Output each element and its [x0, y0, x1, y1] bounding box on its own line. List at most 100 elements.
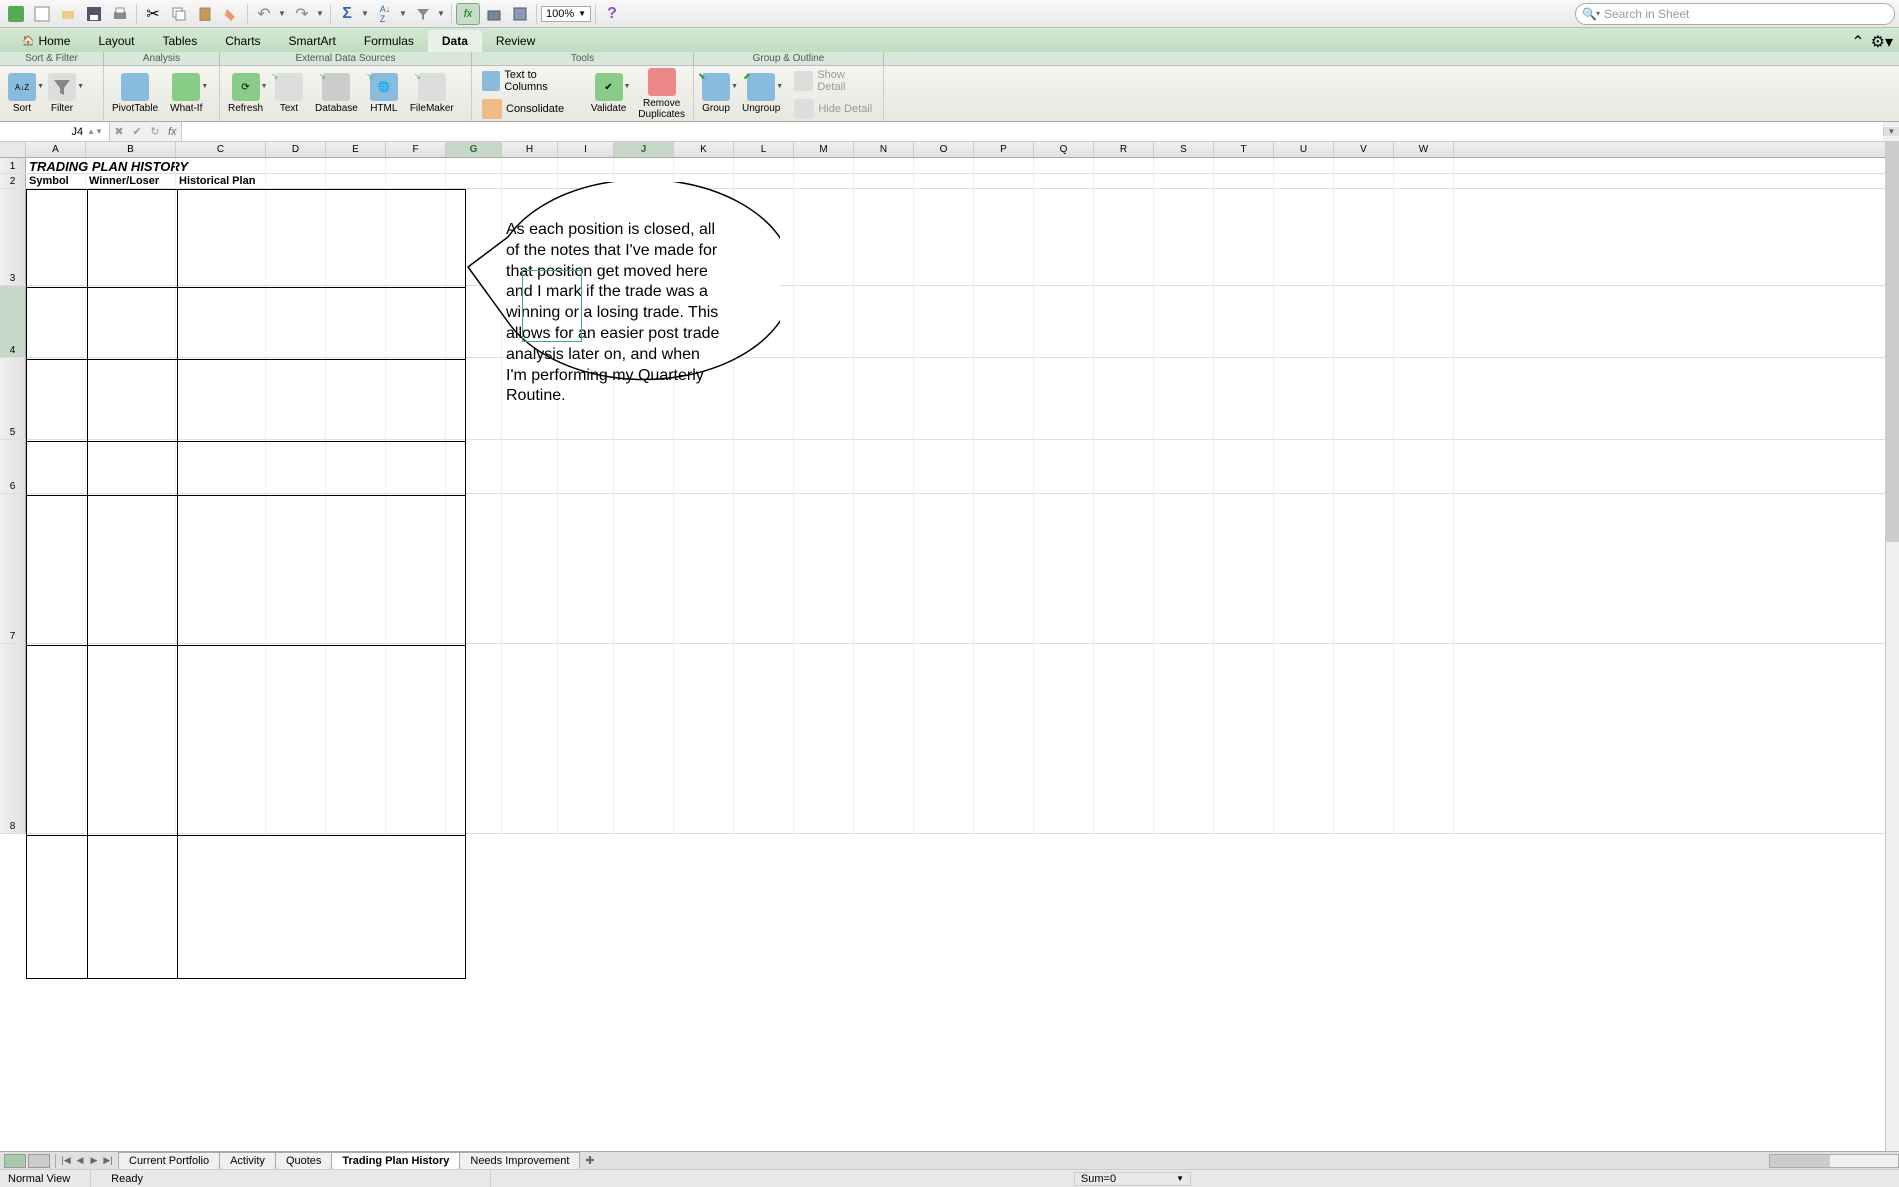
cell-L8[interactable] [734, 644, 794, 834]
sheet-tab-current-portfolio[interactable]: Current Portfolio [118, 1152, 220, 1169]
cell-E2[interactable] [326, 174, 386, 189]
col-header-A[interactable]: A [26, 142, 86, 157]
normal-view-button[interactable] [4, 1154, 26, 1168]
col-header-N[interactable]: N [854, 142, 914, 157]
search-dropdown-icon[interactable]: ▾ [1596, 9, 1600, 18]
cell-O6[interactable] [914, 440, 974, 494]
open-icon[interactable] [56, 3, 80, 25]
cell-E6[interactable] [326, 440, 386, 494]
cell-F6[interactable] [386, 440, 446, 494]
cell-J7[interactable] [614, 494, 674, 644]
cell-G8[interactable] [446, 644, 502, 834]
remove-duplicates-button[interactable]: RemoveDuplicates [636, 66, 687, 122]
filter-dropdown[interactable]: ▼ [437, 9, 447, 18]
col-header-D[interactable]: D [266, 142, 326, 157]
cell-K1[interactable] [674, 158, 734, 174]
sort-button[interactable]: A↓Z▼Sort [6, 71, 38, 116]
cell-A6[interactable] [26, 440, 86, 494]
cell-I8[interactable] [558, 644, 614, 834]
cell-L7[interactable] [734, 494, 794, 644]
cell-S6[interactable] [1154, 440, 1214, 494]
cell-U5[interactable] [1274, 358, 1334, 440]
cell-I2[interactable] [558, 174, 614, 189]
cell-G4[interactable] [446, 286, 502, 358]
sum-indicator[interactable]: Sum=0▼ [1074, 1172, 1191, 1186]
first-sheet-button[interactable]: |◀ [60, 1155, 72, 1166]
cell-W6[interactable] [1394, 440, 1454, 494]
cell-V3[interactable] [1334, 189, 1394, 286]
cell-U1[interactable] [1274, 158, 1334, 174]
cell-L4[interactable] [734, 286, 794, 358]
cell-G2[interactable] [446, 174, 502, 189]
cell-G1[interactable] [446, 158, 502, 174]
tab-layout[interactable]: Layout [84, 30, 148, 52]
cell-N5[interactable] [854, 358, 914, 440]
cell-B7[interactable] [86, 494, 176, 644]
vertical-scrollbar[interactable] [1885, 142, 1899, 1151]
sort-az-icon[interactable]: A↓Z [373, 3, 397, 25]
cell-K8[interactable] [674, 644, 734, 834]
cell-K7[interactable] [674, 494, 734, 644]
cell-D7[interactable] [266, 494, 326, 644]
cell-E5[interactable] [326, 358, 386, 440]
cell-I6[interactable] [558, 440, 614, 494]
hide-detail-button[interactable]: Hide Detail [790, 97, 877, 121]
fx-toolbar-icon[interactable]: fx [456, 3, 480, 25]
cell-M7[interactable] [794, 494, 854, 644]
cell-M6[interactable] [794, 440, 854, 494]
cell-C1[interactable] [176, 158, 266, 174]
cell-C4[interactable] [176, 286, 266, 358]
add-sheet-button[interactable]: ✚ [579, 1152, 600, 1169]
cell-H6[interactable] [502, 440, 558, 494]
cell-Q3[interactable] [1034, 189, 1094, 286]
autosum-dropdown[interactable]: ▼ [361, 9, 371, 18]
col-header-F[interactable]: F [386, 142, 446, 157]
col-header-B[interactable]: B [86, 142, 176, 157]
row-header-7[interactable]: 7 [0, 494, 26, 643]
cell-O8[interactable] [914, 644, 974, 834]
cell-T1[interactable] [1214, 158, 1274, 174]
save-icon[interactable] [82, 3, 106, 25]
cell-N2[interactable] [854, 174, 914, 189]
cell-P3[interactable] [974, 189, 1034, 286]
cell-L5[interactable] [734, 358, 794, 440]
cell-V5[interactable] [1334, 358, 1394, 440]
cell-A3[interactable] [26, 189, 86, 286]
cell-P1[interactable] [974, 158, 1034, 174]
cell-I7[interactable] [558, 494, 614, 644]
cell-W3[interactable] [1394, 189, 1454, 286]
last-sheet-button[interactable]: ▶| [102, 1155, 114, 1166]
cell-A5[interactable] [26, 358, 86, 440]
text-source-button[interactable]: ↘Text [273, 71, 305, 116]
filter-button[interactable]: ▼Filter [46, 71, 78, 116]
cell-L2[interactable] [734, 174, 794, 189]
cell-I1[interactable] [558, 158, 614, 174]
group-button[interactable]: ⬊▼Group [700, 71, 732, 116]
cell-R1[interactable] [1094, 158, 1154, 174]
cell-N1[interactable] [854, 158, 914, 174]
row-header-6[interactable]: 6 [0, 440, 26, 493]
format-painter-icon[interactable] [219, 3, 243, 25]
cell-R2[interactable] [1094, 174, 1154, 189]
col-header-S[interactable]: S [1154, 142, 1214, 157]
cell-G6[interactable] [446, 440, 502, 494]
col-header-V[interactable]: V [1334, 142, 1394, 157]
cell-Q6[interactable] [1034, 440, 1094, 494]
cell-F2[interactable] [386, 174, 446, 189]
col-header-T[interactable]: T [1214, 142, 1274, 157]
undo-icon[interactable]: ↶ [252, 3, 276, 25]
cell-O2[interactable] [914, 174, 974, 189]
cell-A4[interactable] [26, 286, 86, 358]
row-header-1[interactable]: 1 [0, 158, 26, 173]
tab-formulas[interactable]: Formulas [350, 30, 428, 52]
filemaker-button[interactable]: ↘FileMaker [408, 71, 456, 116]
cell-F5[interactable] [386, 358, 446, 440]
cell-Q4[interactable] [1034, 286, 1094, 358]
new-workbook-icon[interactable] [30, 3, 54, 25]
pivottable-button[interactable]: PivotTable [110, 71, 160, 116]
col-header-M[interactable]: M [794, 142, 854, 157]
tab-home[interactable]: 🏠Home [8, 30, 84, 52]
cell-V4[interactable] [1334, 286, 1394, 358]
cell-H8[interactable] [502, 644, 558, 834]
cell-Q7[interactable] [1034, 494, 1094, 644]
